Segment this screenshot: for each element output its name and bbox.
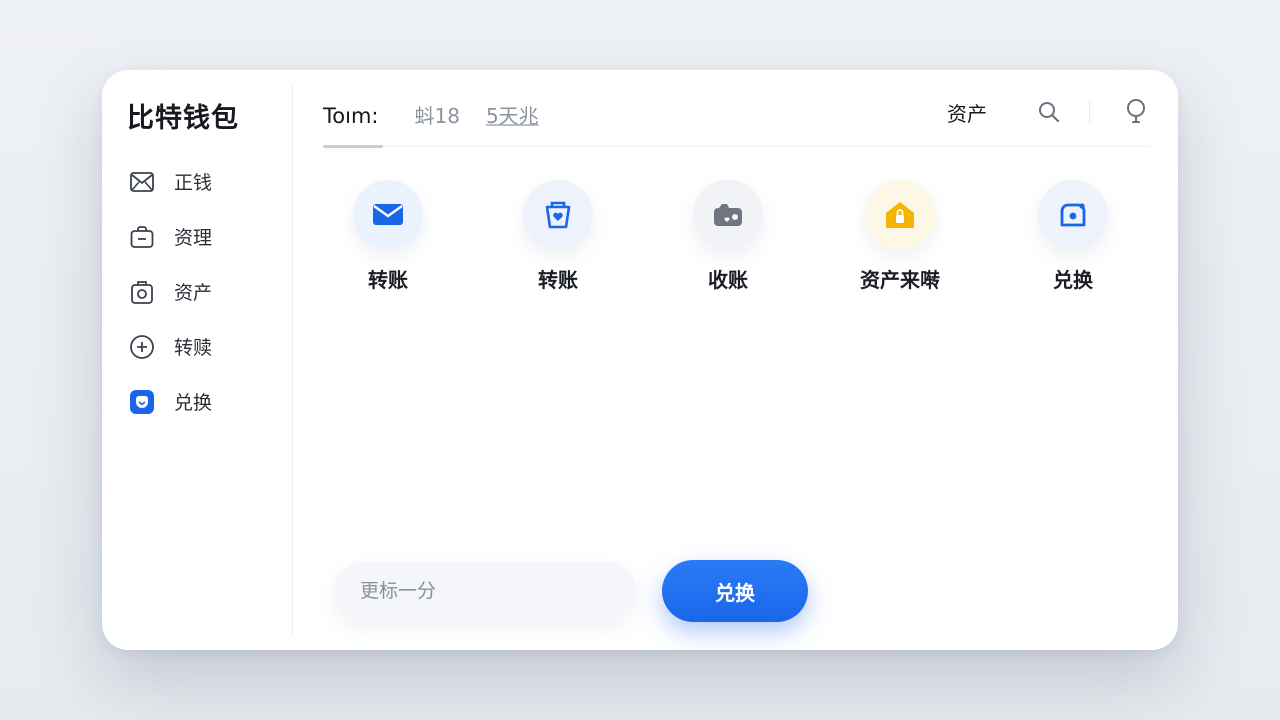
sidebar-item-redeem[interactable]: 转赎 xyxy=(128,319,212,374)
wallet-icon xyxy=(693,180,763,250)
account-summary: Toım: 蚪18 5天兆 xyxy=(323,100,539,129)
action-label: 资产来啭 xyxy=(860,268,940,292)
sidebar-nav: 正钱 资理 资产 转赎 兑换 xyxy=(128,154,212,429)
header-actions: 资产 xyxy=(947,94,1150,130)
action-transfer-2[interactable]: 转账 xyxy=(493,180,623,293)
sidebar: 比特钱包 正钱 资理 资产 转赎 兑换 xyxy=(102,70,292,650)
envelope-icon xyxy=(353,180,423,250)
mail-icon xyxy=(128,168,156,196)
header: Toım: 蚪18 5天兆 资产 xyxy=(323,92,1150,148)
plus-circle-icon xyxy=(128,333,156,361)
action-label: 转账 xyxy=(368,268,408,292)
exchange-icon xyxy=(128,388,156,416)
home-lock-icon xyxy=(865,180,935,250)
wallet-window: 比特钱包 正钱 资理 资产 转赎 兑换 Toım: 蚪18 5天兆 资产 转账 … xyxy=(102,70,1178,650)
sidebar-item-assets[interactable]: 资产 xyxy=(128,264,212,319)
action-exchange[interactable]: 兑换 xyxy=(1008,180,1138,293)
sidebar-item-label: 兑换 xyxy=(174,392,213,414)
quick-actions: 转账 转账 收账 资产来啭 兑换 xyxy=(323,180,1150,310)
header-separator xyxy=(1089,100,1090,124)
header-divider xyxy=(323,146,1150,147)
account-meta-2[interactable]: 5天兆 xyxy=(486,100,539,129)
action-label: 收账 xyxy=(708,268,748,292)
briefcase-icon xyxy=(128,223,156,251)
sidebar-item-label: 转赎 xyxy=(174,337,213,359)
account-meta-1: 蚪18 xyxy=(414,104,460,128)
app-title: 比特钱包 xyxy=(127,103,239,134)
action-transfer[interactable]: 转账 xyxy=(323,180,453,293)
user-name: Toım: xyxy=(323,104,379,128)
action-label: 兑换 xyxy=(1053,268,1093,292)
shield-heart-icon xyxy=(523,180,593,250)
camera-icon xyxy=(128,278,156,306)
camera-dot-icon xyxy=(1038,180,1108,250)
amount-input[interactable] xyxy=(334,562,636,620)
search-icon[interactable] xyxy=(1035,98,1063,126)
header-active-indicator xyxy=(323,145,383,148)
sidebar-item-label: 正钱 xyxy=(174,172,213,194)
sidebar-item-exchange[interactable]: 兑换 xyxy=(128,374,212,429)
action-asset-source[interactable]: 资产来啭 xyxy=(835,180,965,293)
sidebar-item-briefcase[interactable]: 资理 xyxy=(128,209,212,264)
action-label: 转账 xyxy=(538,268,578,292)
lightbulb-icon[interactable] xyxy=(1122,98,1150,126)
action-receive[interactable]: 收账 xyxy=(663,180,793,293)
sidebar-item-label: 资理 xyxy=(174,227,213,249)
sidebar-item-mail[interactable]: 正钱 xyxy=(128,154,212,209)
assets-link[interactable]: 资产 xyxy=(947,98,987,127)
exchange-button[interactable]: 兑换 xyxy=(662,560,808,622)
sidebar-divider xyxy=(292,84,293,636)
sidebar-item-label: 资产 xyxy=(174,282,213,304)
